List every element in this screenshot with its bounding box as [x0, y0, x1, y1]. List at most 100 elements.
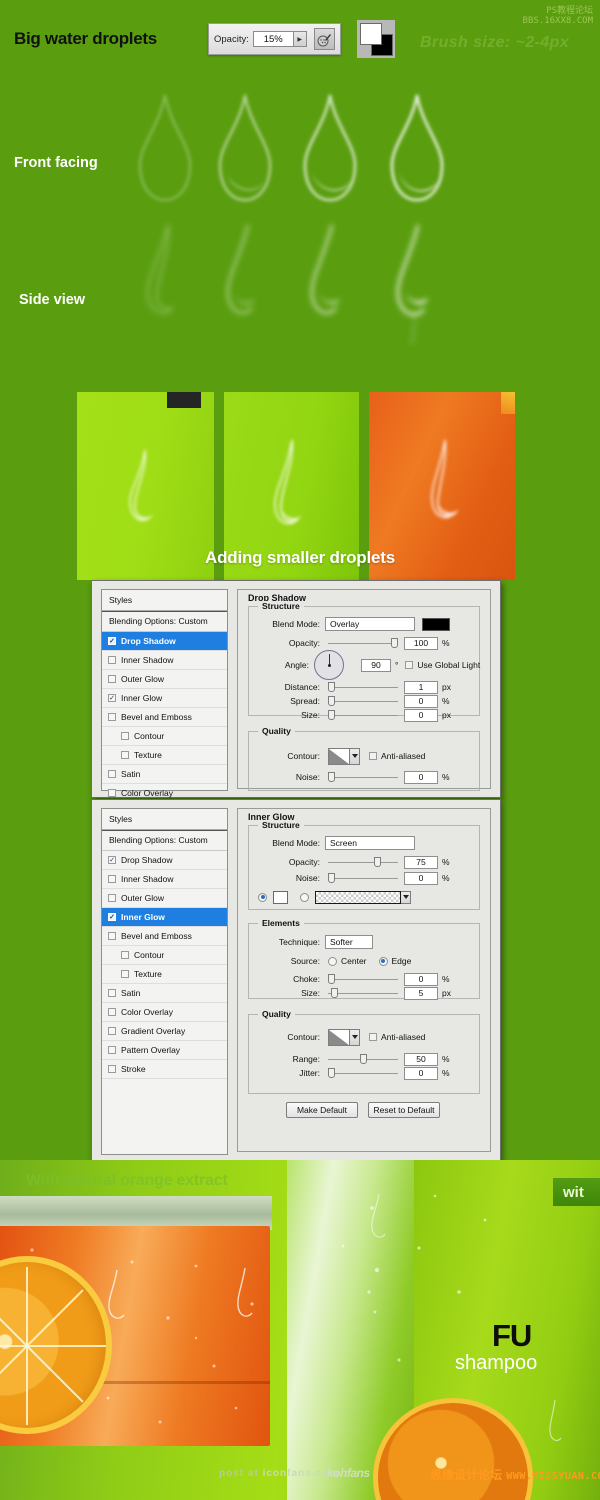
checkbox-icon[interactable] — [108, 913, 116, 921]
contour-dropdown-2[interactable] — [350, 1028, 360, 1046]
opacity-unit-2: % — [442, 857, 450, 867]
glow-color-swatch[interactable] — [273, 890, 288, 904]
size-slider-2[interactable] — [328, 987, 398, 999]
jitter-value[interactable]: 0 — [404, 1066, 438, 1080]
style-item-drop-shadow[interactable]: Drop Shadow — [102, 632, 227, 651]
checkbox-icon[interactable] — [108, 1046, 116, 1054]
checkbox-icon[interactable] — [108, 1027, 116, 1035]
checkbox-icon[interactable] — [108, 989, 116, 997]
checkbox-icon[interactable] — [121, 951, 129, 959]
opacity-slider-2[interactable] — [328, 856, 398, 868]
opacity-value-1[interactable]: 100 — [404, 636, 438, 650]
checkbox-icon[interactable] — [108, 713, 116, 721]
checkbox-icon[interactable] — [108, 770, 116, 778]
spread-value[interactable]: 0 — [404, 694, 438, 708]
chevron-right-icon[interactable]: ▶ — [293, 31, 307, 47]
checkbox-icon[interactable] — [108, 656, 116, 664]
glow-gradient-dropdown[interactable] — [401, 890, 411, 904]
technique-select[interactable]: Softer — [325, 935, 373, 949]
foreground-color-white[interactable] — [360, 23, 382, 45]
checkbox-icon[interactable] — [108, 894, 116, 902]
layer-style-dialog-drop-shadow[interactable]: Styles Blending Options: Custom Drop Sha… — [91, 580, 501, 803]
checkbox-icon[interactable] — [108, 932, 116, 940]
anti-aliased-checkbox-2[interactable]: Anti-aliased — [369, 1032, 425, 1042]
blending-options-row-2[interactable]: Blending Options: Custom — [102, 830, 227, 851]
contour-dropdown-1[interactable] — [350, 747, 360, 765]
use-global-light-checkbox[interactable]: Use Global Light — [405, 660, 480, 670]
contour-preview-1[interactable] — [328, 747, 350, 765]
choke-slider[interactable] — [328, 973, 398, 985]
size-slider-1[interactable] — [328, 709, 398, 721]
size-value-1[interactable]: 0 — [404, 708, 438, 722]
glow-gradient-preview[interactable] — [315, 890, 401, 904]
noise-value-2[interactable]: 0 — [404, 871, 438, 885]
style-item-texture-2[interactable]: Texture — [102, 965, 227, 984]
styles-list-panel-2[interactable]: Styles Blending Options: Custom Drop Sha… — [101, 808, 228, 1155]
style-item-gradient-overlay-2[interactable]: Gradient Overlay — [102, 1022, 227, 1041]
blend-mode-label-2: Blend Mode: — [272, 838, 320, 848]
distance-value[interactable]: 1 — [404, 680, 438, 694]
style-item-inner-glow[interactable]: Inner Glow — [102, 689, 227, 708]
airbrush-icon[interactable] — [313, 28, 335, 50]
style-item-drop-shadow-2[interactable]: Drop Shadow — [102, 851, 227, 870]
checkbox-icon[interactable] — [108, 789, 116, 797]
blend-mode-select-1[interactable]: Overlay — [325, 617, 415, 631]
checkbox-icon[interactable] — [121, 970, 129, 978]
reset-to-default-button[interactable]: Reset to Default — [368, 1102, 440, 1118]
checkbox-icon[interactable] — [121, 751, 129, 759]
blending-options-row-1[interactable]: Blending Options: Custom — [102, 611, 227, 632]
checkbox-icon[interactable] — [108, 1065, 116, 1073]
shadow-color-swatch[interactable] — [422, 617, 450, 631]
style-item-satin-2[interactable]: Satin — [102, 984, 227, 1003]
opacity-input[interactable]: 15% — [252, 31, 294, 47]
watermark-top: PS教程论坛 BBS.16XX8.COM — [523, 6, 593, 27]
style-item-bevel-emboss[interactable]: Bevel and Emboss — [102, 708, 227, 727]
style-item-outer-glow[interactable]: Outer Glow — [102, 670, 227, 689]
glow-gradient-radio[interactable] — [300, 892, 313, 902]
opacity-slider-1[interactable] — [328, 637, 398, 649]
choke-value[interactable]: 0 — [404, 972, 438, 986]
opacity-toolbar[interactable]: Opacity: 15% ▶ — [208, 23, 341, 55]
size-value-2[interactable]: 5 — [404, 986, 438, 1000]
style-item-inner-shadow-2[interactable]: Inner Shadow — [102, 870, 227, 889]
checkbox-icon[interactable] — [108, 1008, 116, 1016]
checkbox-icon[interactable] — [108, 875, 116, 883]
range-value[interactable]: 50 — [404, 1052, 438, 1066]
style-item-inner-shadow[interactable]: Inner Shadow — [102, 651, 227, 670]
style-item-bevel-emboss-2[interactable]: Bevel and Emboss — [102, 927, 227, 946]
style-item-contour[interactable]: Contour — [102, 727, 227, 746]
contour-preview-2[interactable] — [328, 1028, 350, 1046]
style-item-stroke-2[interactable]: Stroke — [102, 1060, 227, 1079]
glow-color-radio[interactable] — [258, 892, 271, 902]
source-center-radio[interactable]: Center — [328, 956, 367, 966]
distance-slider[interactable] — [328, 681, 398, 693]
noise-value-1[interactable]: 0 — [404, 770, 438, 784]
style-item-inner-glow-2[interactable]: Inner Glow — [102, 908, 227, 927]
style-item-color-overlay-2[interactable]: Color Overlay — [102, 1003, 227, 1022]
foreground-background-color-swatch[interactable] — [357, 20, 395, 58]
black-patch — [167, 392, 201, 408]
make-default-button[interactable]: Make Default — [286, 1102, 358, 1118]
range-slider[interactable] — [328, 1053, 398, 1065]
style-item-pattern-overlay-2[interactable]: Pattern Overlay — [102, 1041, 227, 1060]
layer-style-dialog-inner-glow[interactable]: Styles Blending Options: Custom Drop Sha… — [91, 799, 501, 1161]
style-item-satin[interactable]: Satin — [102, 765, 227, 784]
noise-slider-2[interactable] — [328, 872, 398, 884]
jitter-slider[interactable] — [328, 1067, 398, 1079]
styles-list-panel-1[interactable]: Styles Blending Options: Custom Drop Sha… — [101, 589, 228, 803]
checkbox-icon[interactable] — [108, 637, 116, 645]
checkbox-icon[interactable] — [108, 856, 116, 864]
blend-mode-select-2[interactable]: Screen — [325, 836, 415, 850]
style-item-contour-2[interactable]: Contour — [102, 946, 227, 965]
opacity-value-2[interactable]: 75 — [404, 855, 438, 869]
checkbox-icon[interactable] — [108, 694, 116, 702]
spread-slider[interactable] — [328, 695, 398, 707]
angle-value[interactable]: 90 — [361, 658, 391, 672]
checkbox-icon[interactable] — [108, 675, 116, 683]
checkbox-icon[interactable] — [121, 732, 129, 740]
noise-slider-1[interactable] — [328, 771, 398, 783]
style-item-texture[interactable]: Texture — [102, 746, 227, 765]
anti-aliased-checkbox-1[interactable]: Anti-aliased — [369, 751, 425, 761]
style-item-outer-glow-2[interactable]: Outer Glow — [102, 889, 227, 908]
source-edge-radio[interactable]: Edge — [378, 956, 411, 966]
